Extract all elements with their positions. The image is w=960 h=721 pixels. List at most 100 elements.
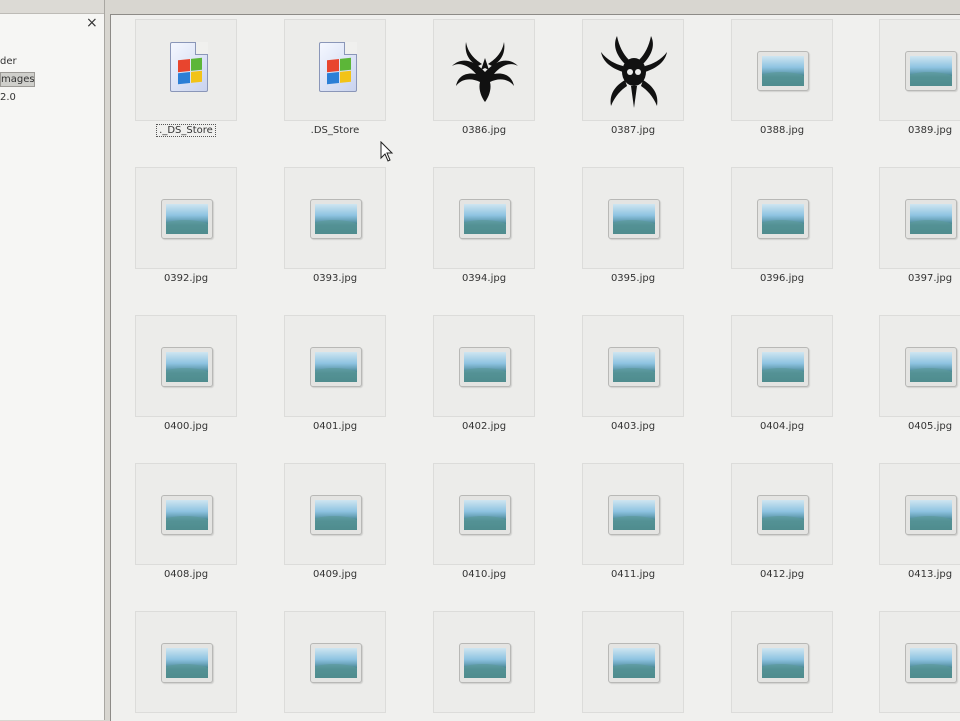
folder-tree-pane: × der mages 2.0 [0, 0, 105, 720]
image-icon [757, 495, 809, 535]
file-name-text: 0397.jpg [907, 273, 953, 284]
file-name-text: 0413.jpg [907, 569, 953, 580]
file-thumbnail[interactable] [582, 167, 684, 269]
file-thumbnail[interactable] [284, 463, 386, 565]
file-thumbnail[interactable] [879, 167, 960, 269]
tree-item-images[interactable]: mages [0, 72, 35, 87]
file-name-label[interactable]: 0410.jpg [424, 569, 544, 580]
file-name-text: 0394.jpg [461, 273, 507, 284]
file-thumbnail[interactable] [879, 463, 960, 565]
file-name-label[interactable]: 0389.jpg [870, 125, 960, 136]
file-name-text: 0411.jpg [610, 569, 656, 580]
file-thumbnail[interactable] [135, 315, 237, 417]
file-name-text: 0408.jpg [163, 569, 209, 580]
file-thumbnail[interactable] [731, 167, 833, 269]
file-name-label[interactable]: 0400.jpg [126, 421, 246, 432]
file-name-label[interactable]: 0403.jpg [573, 421, 693, 432]
file-name-label[interactable]: 0408.jpg [126, 569, 246, 580]
file-name-text: 0404.jpg [759, 421, 805, 432]
file-thumbnail[interactable] [433, 19, 535, 121]
tribal-tattoo-icon [452, 42, 518, 102]
image-icon [608, 643, 660, 683]
file-name-label[interactable]: 0395.jpg [573, 273, 693, 284]
file-thumbnail[interactable] [433, 315, 535, 417]
file-thumbnail[interactable] [731, 315, 833, 417]
image-icon [757, 347, 809, 387]
image-icon [459, 495, 511, 535]
image-icon [161, 199, 213, 239]
file-thumbnail[interactable] [433, 167, 535, 269]
file-name-text: 0393.jpg [312, 273, 358, 284]
file-thumbnail[interactable] [879, 315, 960, 417]
file-name-label[interactable]: 0405.jpg [870, 421, 960, 432]
file-name-label[interactable]: 0409.jpg [275, 569, 395, 580]
image-icon [459, 199, 511, 239]
file-thumbnail[interactable] [433, 463, 535, 565]
file-name-label[interactable]: 0393.jpg [275, 273, 395, 284]
file-name-label[interactable]: 0404.jpg [722, 421, 842, 432]
image-icon [161, 347, 213, 387]
image-icon [757, 643, 809, 683]
file-name-label[interactable]: 0401.jpg [275, 421, 395, 432]
file-thumbnail[interactable] [582, 611, 684, 713]
document-icon [319, 42, 357, 92]
file-name-text: 0387.jpg [610, 125, 656, 136]
file-thumbnail[interactable] [284, 19, 386, 121]
file-name-label[interactable]: 0392.jpg [126, 273, 246, 284]
image-icon [757, 51, 809, 91]
file-name-label[interactable]: 0411.jpg [573, 569, 693, 580]
file-thumbnail[interactable] [284, 611, 386, 713]
file-name-label[interactable]: 0396.jpg [722, 273, 842, 284]
image-icon [310, 643, 362, 683]
file-thumbnail[interactable] [284, 315, 386, 417]
image-icon [459, 347, 511, 387]
file-thumbnail[interactable] [731, 611, 833, 713]
file-thumbnail[interactable] [731, 19, 833, 121]
image-icon [608, 199, 660, 239]
file-name-text: 0402.jpg [461, 421, 507, 432]
file-thumbnail[interactable] [135, 611, 237, 713]
image-icon [310, 495, 362, 535]
file-thumbnail[interactable] [879, 19, 960, 121]
file-name-text: 0396.jpg [759, 273, 805, 284]
file-name-text: ._DS_Store [156, 124, 216, 137]
close-pane-icon[interactable]: × [86, 16, 98, 30]
file-thumbnail[interactable] [582, 19, 684, 121]
file-thumbnail[interactable] [433, 611, 535, 713]
file-thumbnail[interactable] [582, 315, 684, 417]
file-name-text: 0403.jpg [610, 421, 656, 432]
file-name-text: 0401.jpg [312, 421, 358, 432]
file-thumbnail[interactable] [135, 19, 237, 121]
file-name-text: 0400.jpg [163, 421, 209, 432]
file-thumbnail[interactable] [135, 167, 237, 269]
file-name-text: 0409.jpg [312, 569, 358, 580]
image-icon [757, 199, 809, 239]
image-icon [905, 199, 957, 239]
image-icon [905, 51, 957, 91]
tree-item-version[interactable]: 2.0 [0, 91, 16, 104]
file-name-text: 0389.jpg [907, 125, 953, 136]
file-name-label[interactable]: 0412.jpg [722, 569, 842, 580]
file-name-label[interactable]: 0397.jpg [870, 273, 960, 284]
file-name-text: 0412.jpg [759, 569, 805, 580]
file-thumbnail[interactable] [731, 463, 833, 565]
file-name-label[interactable]: 0402.jpg [424, 421, 544, 432]
tree-item-folder[interactable]: der [0, 55, 17, 68]
tribal-spider-icon [601, 36, 667, 108]
file-name-label[interactable]: 0387.jpg [573, 125, 693, 136]
file-thumbnail[interactable] [582, 463, 684, 565]
image-icon [459, 643, 511, 683]
file-name-label[interactable]: 0386.jpg [424, 125, 544, 136]
file-name-label[interactable]: 0388.jpg [722, 125, 842, 136]
file-thumbnail[interactable] [879, 611, 960, 713]
file-thumbnail[interactable] [284, 167, 386, 269]
file-name-text: 0388.jpg [759, 125, 805, 136]
file-name-label[interactable]: 0413.jpg [870, 569, 960, 580]
file-name-label[interactable]: .DS_Store [275, 125, 395, 136]
file-thumbnail[interactable] [135, 463, 237, 565]
file-name-label[interactable]: 0394.jpg [424, 273, 544, 284]
image-icon [905, 347, 957, 387]
file-name-label[interactable]: ._DS_Store [126, 124, 246, 137]
image-icon [608, 495, 660, 535]
file-browser-grid[interactable]: ._DS_Store .DS_Store 0386.jpg 0387.jpg 0388.… [110, 14, 960, 721]
